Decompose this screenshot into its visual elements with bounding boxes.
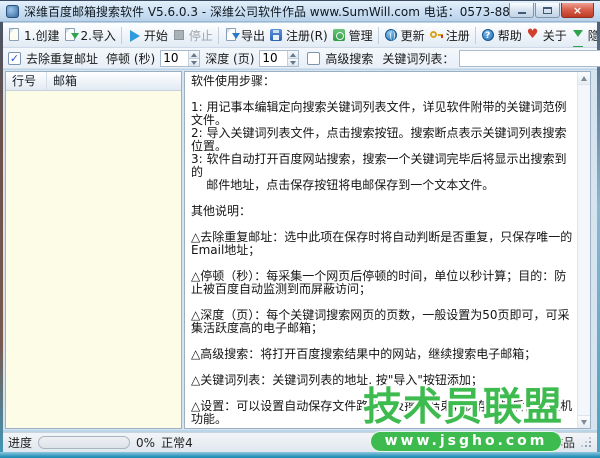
main-toolbar: 1.创建 2.导入 开始 停止 导出 注册(R) 管理 更新 注册 ? 帮助 ♥… (3, 23, 597, 48)
help-paragraph: 其他说明： (191, 204, 252, 218)
export-icon (224, 27, 240, 43)
help-button[interactable]: 帮助 (479, 25, 524, 46)
vertical-scrollbar[interactable] (577, 72, 590, 428)
keywords-label: 关键词列表： (382, 51, 455, 66)
dedupe-checkbox-label: 去除重复邮址 (26, 51, 99, 66)
pause-input[interactable] (161, 50, 189, 66)
window-frame-bottom (0, 452, 600, 458)
options-row: ✓ 去除重复邮址 停顿 (秒) 深度 (页) 高级搜索 关键词列表： (3, 48, 600, 69)
help-button-label: 帮助 (497, 28, 522, 43)
instructions-text: 软件使用步骤： 1: 用记事本编辑定向搜索关键词列表文件，详见软件附带的关键词范… (185, 72, 577, 428)
help-paragraph: △停顿（秒）：每采集一个网页后停顿的时间，单位以秒计算；目的：防止被百度自动监测… (191, 269, 567, 296)
save-disk-icon (269, 28, 284, 43)
progress-percent: 0% (136, 435, 156, 450)
start-button-label: 开始 (143, 28, 168, 43)
about-icon (526, 28, 541, 43)
hide-icon (571, 28, 586, 47)
update-button-label: 更新 (400, 28, 425, 43)
help-paragraph: 1: 用记事本编辑定向搜索关键词列表文件，详见软件附带的关键词范例文件。 2: … (191, 100, 567, 192)
play-icon (127, 28, 142, 43)
scroll-up-icon[interactable] (578, 72, 590, 85)
spinner-up-icon[interactable] (189, 50, 200, 58)
minimize-icon (517, 12, 526, 14)
help-paragraph: △设置：可以设置自动保存文件路径，及搜索结束，保存完毕后自动关机功能。 (191, 399, 573, 426)
app-window: 深维百度邮箱搜索软件 V5.6.0.3 - 深维公司软件作品 www.SumWi… (0, 0, 600, 458)
toolbar-separator (377, 26, 379, 44)
hide-button[interactable]: 隐藏 (569, 25, 597, 47)
toolbar-separator (120, 26, 122, 44)
titlebar[interactable]: 深维百度邮箱搜索软件 V5.6.0.3 - 深维公司软件作品 www.SumWi… (0, 0, 600, 22)
manage-icon (332, 28, 347, 43)
dedupe-checkbox[interactable]: ✓ (8, 51, 21, 65)
import-button-label: 2.导入 (80, 28, 116, 43)
register-button-label: 注册 (445, 28, 470, 43)
register-key-icon (429, 28, 444, 43)
import-button[interactable]: 2.导入 (61, 25, 117, 46)
window-controls: × (509, 3, 594, 19)
help-paragraph: △去除重复邮址：选中此项在保存时将自动判断是否重复，只保存唯一的Email地址； (191, 230, 573, 257)
help-paragraph: 软件使用步骤： (191, 74, 276, 88)
stop-icon (172, 28, 187, 43)
keywords-input[interactable] (459, 49, 600, 67)
maximize-button[interactable] (535, 3, 560, 18)
stop-button: 停止 (170, 25, 215, 46)
email-list-panel: 行号 邮箱 (5, 71, 182, 429)
status-right-text: 件作品 (538, 436, 575, 450)
register-button[interactable]: 注册 (427, 25, 472, 46)
save-register-button[interactable]: 注册(R) (267, 25, 330, 46)
help-paragraph: △高级搜索：将打开百度搜索结果中的网站，继续搜索电子邮箱； (191, 347, 537, 361)
pause-spinner-arrows (188, 50, 200, 66)
hide-button-label: 隐藏 (588, 27, 597, 44)
depth-spinner (259, 49, 300, 67)
pause-label: 停顿 (秒) (106, 51, 156, 66)
help-icon (481, 28, 496, 43)
update-button[interactable]: 更新 (382, 25, 427, 46)
status-bar: 进度 0% 正常4 件作品 (3, 432, 597, 452)
advanced-search-checkbox[interactable] (307, 51, 321, 65)
toolbar-separator (474, 26, 476, 44)
export-button[interactable]: 导出 (222, 25, 267, 46)
progress-label: 进度 (8, 436, 33, 450)
depth-spinner-arrows (287, 50, 299, 66)
app-icon (6, 4, 19, 18)
about-button[interactable]: 关于 (524, 25, 569, 46)
export-button-label: 导出 (240, 28, 265, 43)
depth-input[interactable] (260, 50, 288, 66)
update-globe-icon (384, 28, 399, 43)
spinner-up-icon[interactable] (288, 50, 299, 58)
stop-button-label: 停止 (188, 28, 213, 43)
resize-grip[interactable] (581, 437, 592, 448)
create-button-label: 1.创建 (24, 28, 60, 43)
import-icon (63, 27, 80, 43)
toolbar-separator (217, 26, 219, 44)
status-text: 正常4 (161, 436, 193, 450)
column-header-email[interactable]: 邮箱 (47, 72, 181, 90)
email-list-header: 行号 邮箱 (6, 72, 181, 91)
scroll-down-icon[interactable] (578, 415, 590, 428)
help-paragraph: △关键词列表：关键词列表的地址, 按"导入"按钮添加； (191, 373, 483, 387)
close-icon: × (572, 3, 583, 17)
close-button[interactable]: × (561, 3, 594, 18)
pause-spinner (160, 49, 201, 67)
manage-button[interactable]: 管理 (330, 25, 375, 46)
manage-button-label: 管理 (348, 28, 373, 43)
about-button-label: 关于 (542, 28, 567, 43)
maximize-icon (543, 6, 552, 14)
instructions-panel: 软件使用步骤： 1: 用记事本编辑定向搜索关键词列表文件，详见软件附带的关键词范… (184, 71, 591, 429)
column-header-row-number[interactable]: 行号 (6, 72, 47, 90)
progress-bar (38, 436, 131, 449)
spinner-down-icon[interactable] (189, 57, 200, 66)
main-area: 行号 邮箱 软件使用步骤： 1: 用记事本编辑定向搜索关键词列表文件，详见软件附… (3, 70, 597, 430)
window-title: 深维百度邮箱搜索软件 V5.6.0.3 - 深维公司软件作品 www.SumWi… (24, 4, 509, 19)
help-paragraph: △深度（页）：每个关键词搜索网页的页数，一般设置为50页即可，可采集活跃度高的电… (191, 308, 570, 335)
email-list-body[interactable] (6, 91, 181, 428)
create-button[interactable]: 1.创建 (5, 25, 61, 46)
new-document-icon (7, 27, 22, 43)
spinner-down-icon[interactable] (288, 57, 299, 66)
start-button[interactable]: 开始 (125, 25, 170, 46)
minimize-button[interactable] (509, 3, 534, 18)
save-register-button-label: 注册(R) (285, 28, 328, 43)
depth-label: 深度 (页) (205, 51, 255, 66)
advanced-search-label: 高级搜索 (325, 51, 374, 66)
